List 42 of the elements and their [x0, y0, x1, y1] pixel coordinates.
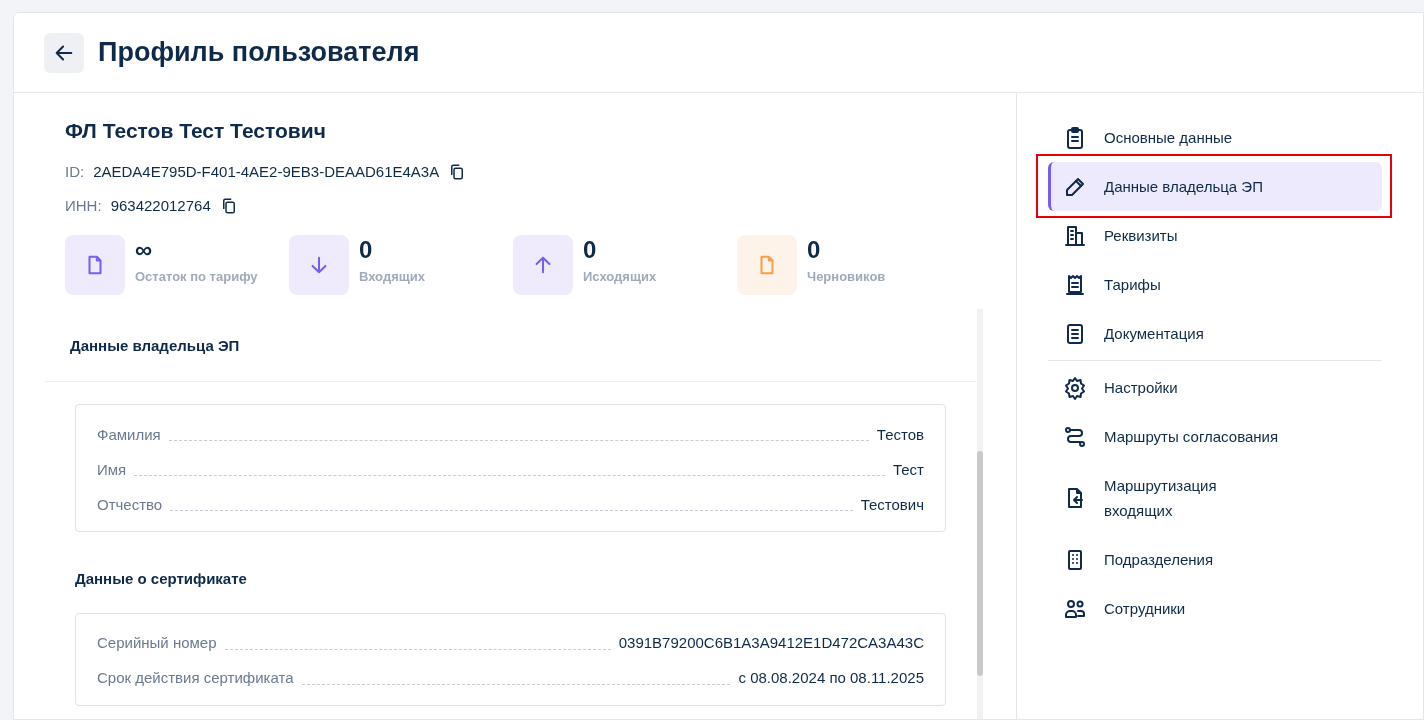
stat-value: ∞: [135, 234, 154, 265]
back-button[interactable]: [44, 32, 84, 73]
building-icon: [1063, 223, 1087, 248]
settings-icon: [1063, 375, 1087, 400]
stat-value: 0: [359, 234, 374, 265]
field-value: 2AEDA4E795D-F401-4AE2-9EB3-DEAAD61E4A3A: [93, 161, 440, 182]
sidebar-item[interactable]: Основные данные: [1048, 113, 1382, 162]
sidebar-item[interactable]: Данные владельца ЭП: [1048, 162, 1382, 211]
field-label: Фамилия: [97, 424, 161, 445]
field-label: Имя: [97, 459, 127, 480]
field-value: Тестович: [860, 494, 924, 515]
stat-label: Входящих: [359, 267, 425, 286]
section-title: Данные о сертификате: [74, 569, 248, 589]
stat-value: 0: [583, 234, 598, 265]
sidebar-item[interactable]: Маршруты согласования: [1048, 412, 1382, 461]
sidebar-item[interactable]: Настройки: [1048, 363, 1382, 412]
sidebar-item[interactable]: Маршрутизация входящих: [1048, 461, 1382, 535]
field-value: 963422012764: [110, 196, 211, 216]
field-label: Срок действия сертификата: [97, 668, 294, 688]
sidebar-item[interactable]: Реквизиты: [1048, 211, 1382, 260]
sidebar-item[interactable]: Документация: [1048, 309, 1382, 358]
field-label: ИНН:: [65, 196, 102, 216]
field-label: Серийный номер: [97, 633, 217, 653]
field-label: Отчество: [97, 494, 163, 515]
sidebar-item[interactable]: Сотрудники: [1048, 584, 1382, 633]
stat-label: Исходящих: [583, 267, 657, 286]
stat-value: 0: [807, 234, 822, 265]
stat-label: Остаток по тарифу: [135, 267, 258, 286]
section-title: Данные владельца ЭП: [45, 308, 976, 382]
field-value: Тест: [892, 459, 924, 480]
field-value: 0391B79200C6B1A3A9412E1D472CA3A43C: [618, 633, 924, 653]
sidebar-item[interactable]: Тарифы: [1048, 260, 1382, 309]
user-name: ФЛ Тестов Тест Тестович: [65, 118, 327, 144]
page-title: Профиль пользователя: [98, 36, 420, 70]
sidebar-item[interactable]: Подразделения: [1048, 535, 1382, 584]
receipt-icon: [1063, 272, 1087, 297]
route-icon: [1063, 424, 1087, 449]
field-value: с 08.08.2024 по 08.11.2025: [738, 668, 924, 688]
scrollbar[interactable]: [977, 308, 983, 719]
field-label: ID:: [65, 161, 85, 182]
stat-label: Черновиков: [807, 267, 886, 286]
field-value: Тестов: [876, 424, 924, 445]
